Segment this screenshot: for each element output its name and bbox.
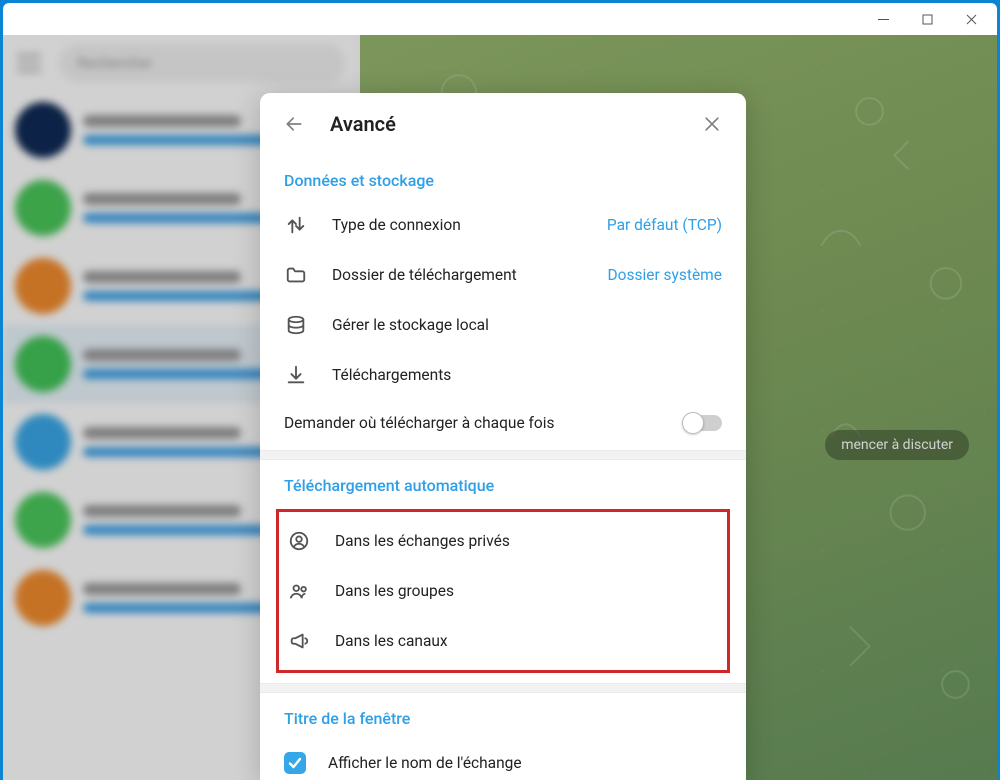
row-value: Dossier système [607, 266, 722, 284]
section-window-title: Titre de la fenêtre Afficher le nom de l… [260, 693, 746, 780]
row-label: Dans les groupes [335, 582, 719, 600]
checkbox-checked[interactable] [284, 752, 306, 774]
modal-title: Avancé [330, 112, 676, 136]
download-icon [284, 363, 308, 387]
window-minimize-button[interactable] [861, 5, 905, 33]
section-data-storage: Données et stockage Type de connexion Pa… [260, 155, 746, 450]
check-icon [288, 756, 302, 770]
highlight-rectangle: Dans les échanges privés Dans les groupe… [276, 509, 730, 673]
settings-modal: Avancé Données et stockage Type de conne… [260, 93, 746, 780]
row-channels[interactable]: Dans les canaux [279, 616, 727, 666]
row-value: Par défaut (TCP) [607, 216, 722, 234]
megaphone-icon [287, 629, 311, 653]
close-icon [702, 114, 722, 134]
row-connection-type[interactable]: Type de connexion Par défaut (TCP) [260, 200, 746, 250]
app-body: Rechercher mencer à discuter [3, 35, 997, 780]
modal-header: Avancé [260, 93, 746, 155]
section-divider [260, 683, 746, 693]
section-title: Téléchargement automatique [260, 468, 746, 505]
window-close-button[interactable] [949, 5, 993, 33]
users-icon [287, 579, 311, 603]
row-manage-storage[interactable]: Gérer le stockage local [260, 300, 746, 350]
row-label: Type de connexion [332, 216, 583, 234]
row-label: Téléchargements [332, 366, 722, 384]
back-button[interactable] [282, 112, 306, 136]
folder-icon [284, 263, 308, 287]
row-label: Afficher le nom de l'échange [328, 754, 722, 772]
row-download-folder[interactable]: Dossier de téléchargement Dossier systèm… [260, 250, 746, 300]
window-maximize-button[interactable] [905, 5, 949, 33]
row-private-chats[interactable]: Dans les échanges privés [279, 516, 727, 566]
section-title: Données et stockage [260, 163, 746, 200]
modal-body: Données et stockage Type de connexion Pa… [260, 155, 746, 780]
titlebar [3, 3, 997, 35]
updown-arrows-icon [284, 213, 308, 237]
row-label: Demander où télécharger à chaque fois [284, 414, 666, 432]
close-button[interactable] [700, 112, 724, 136]
toggle-switch[interactable] [684, 415, 722, 431]
row-label: Dans les échanges privés [335, 532, 719, 550]
user-circle-icon [287, 529, 311, 553]
section-title: Titre de la fenêtre [260, 701, 746, 738]
section-auto-download: Téléchargement automatique Dans les écha… [260, 460, 746, 683]
row-show-chat-name[interactable]: Afficher le nom de l'échange [260, 738, 746, 780]
row-ask-download-location[interactable]: Demander où télécharger à chaque fois [260, 400, 746, 446]
row-label: Dans les canaux [335, 632, 719, 650]
row-label: Dossier de téléchargement [332, 266, 583, 284]
row-label: Gérer le stockage local [332, 316, 722, 334]
row-groups[interactable]: Dans les groupes [279, 566, 727, 616]
row-downloads[interactable]: Téléchargements [260, 350, 746, 400]
database-icon [284, 313, 308, 337]
arrow-left-icon [284, 114, 304, 134]
section-divider [260, 450, 746, 460]
app-window: Rechercher mencer à discuter [3, 3, 997, 780]
